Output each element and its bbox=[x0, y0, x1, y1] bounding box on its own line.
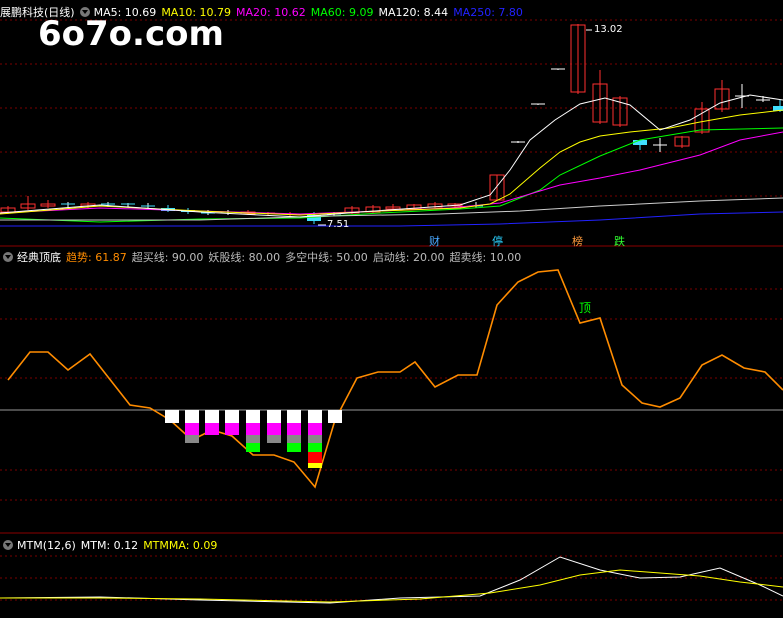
candle-down bbox=[633, 140, 647, 145]
signal-block bbox=[246, 423, 260, 435]
low-price-label: 7.51 bbox=[327, 219, 350, 230]
ma60-line bbox=[0, 127, 783, 223]
signal-block bbox=[185, 435, 199, 443]
indicator-title: 经典顶底 bbox=[17, 251, 61, 264]
signal-block bbox=[287, 443, 301, 452]
signal-block bbox=[308, 435, 322, 443]
signal-block bbox=[287, 423, 301, 435]
oversold-label: 超卖线: 10.00 bbox=[449, 251, 522, 264]
signal-block bbox=[246, 435, 260, 443]
signal-block bbox=[267, 423, 281, 435]
signal-block bbox=[225, 410, 239, 423]
signal-block bbox=[205, 410, 219, 423]
signal-block bbox=[308, 410, 322, 423]
ma5-label: MA5: 10.69 bbox=[93, 6, 157, 19]
mtm-line bbox=[0, 556, 783, 604]
ma250-label: MA250: 7.80 bbox=[453, 6, 523, 19]
tag-limit[interactable]: 停 bbox=[491, 235, 504, 248]
signal-block bbox=[205, 423, 219, 435]
ma5-line bbox=[0, 94, 783, 218]
mtm-label: MTM: 0.12 bbox=[80, 539, 139, 552]
high-price-label: 13.02 bbox=[594, 24, 623, 35]
trend-label: 趋势: 61.87 bbox=[66, 251, 127, 264]
stock-title: 展鹏科技(日线) bbox=[0, 6, 75, 19]
indicator-panel-header: 经典顶底 趋势: 61.87 超买线: 90.00 妖股线: 80.00 多空中线: 5… bbox=[0, 250, 526, 266]
mtm-title: MTM(12,6) bbox=[17, 539, 76, 552]
midline-label: 多空中线: 50.00 bbox=[285, 251, 368, 264]
signal-block bbox=[308, 443, 322, 452]
signal-block bbox=[308, 463, 322, 468]
signal-block bbox=[246, 410, 260, 423]
signal-block bbox=[308, 452, 322, 463]
ma10-label: MA10: 10.79 bbox=[161, 6, 232, 19]
signal-block bbox=[225, 423, 239, 435]
signal-block bbox=[287, 435, 301, 443]
signal-block bbox=[185, 410, 199, 423]
signal-block bbox=[185, 423, 199, 435]
tag-drop[interactable]: 跌 bbox=[613, 235, 626, 248]
ma120-label: MA120: 8.44 bbox=[378, 6, 449, 19]
signal-block bbox=[328, 410, 342, 423]
kline-chart-surface[interactable] bbox=[0, 0, 783, 618]
mtm-panel-header: MTM(12,6) MTM: 0.12 MTMMA: 0.09 bbox=[0, 538, 222, 554]
overbought-label: 超买线: 90.00 bbox=[131, 251, 204, 264]
dropdown-icon[interactable] bbox=[3, 540, 13, 550]
ma250-line bbox=[0, 211, 783, 227]
signal-block bbox=[308, 423, 322, 435]
top-marker: 顶 bbox=[579, 301, 592, 315]
dropdown-icon[interactable] bbox=[3, 252, 13, 262]
ma20-label: MA20: 10.62 bbox=[236, 6, 306, 19]
signal-block bbox=[267, 435, 281, 443]
mtmma-label: MTMMA: 0.09 bbox=[143, 539, 218, 552]
demon-label: 妖股线: 80.00 bbox=[208, 251, 281, 264]
ma20-line bbox=[0, 131, 783, 215]
signal-block bbox=[165, 410, 179, 423]
ma60-label: MA60: 9.09 bbox=[310, 6, 374, 19]
signal-block bbox=[287, 410, 301, 423]
signal-block bbox=[246, 443, 260, 452]
signal-block bbox=[267, 410, 281, 423]
tag-finance[interactable]: 财 bbox=[428, 235, 441, 248]
main-panel-header: 展鹏科技(日线) MA5: 10.69 MA10: 10.79 MA20: 10.62… bbox=[0, 5, 528, 21]
tag-rank[interactable]: 榜 bbox=[571, 235, 584, 248]
ma10-line bbox=[0, 109, 783, 216]
dropdown-icon[interactable] bbox=[79, 7, 90, 17]
launch-label: 启动线: 20.00 bbox=[372, 251, 445, 264]
